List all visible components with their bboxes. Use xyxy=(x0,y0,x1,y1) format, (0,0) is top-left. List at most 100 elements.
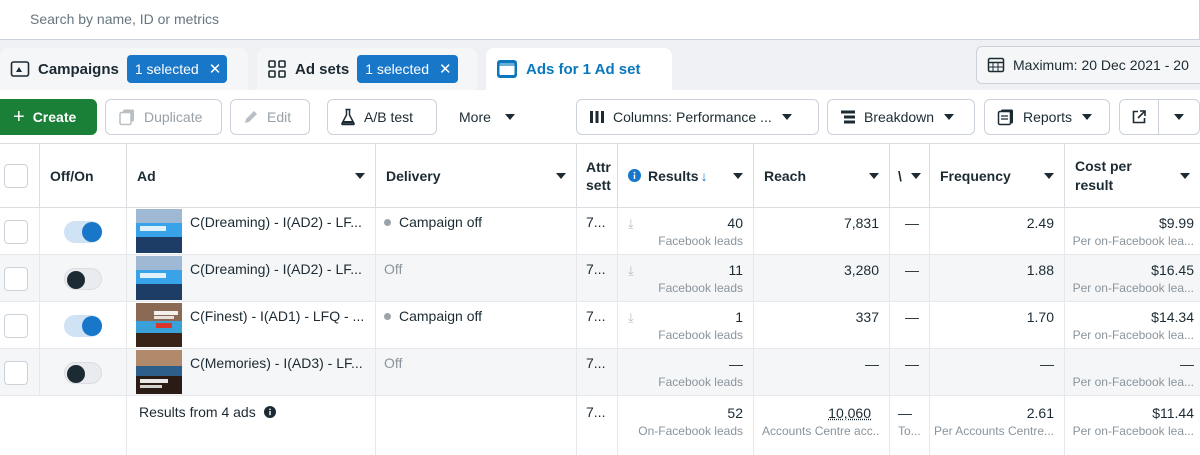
edit-label: Edit xyxy=(267,109,292,125)
cost-type: Per on-Facebook lea... xyxy=(1072,328,1194,342)
delivery-status-label: Off xyxy=(384,355,403,371)
col-reach-label: Reach xyxy=(764,167,807,184)
select-all-checkbox[interactable] xyxy=(4,164,28,188)
chevron-down-icon[interactable] xyxy=(733,173,743,179)
reach-value: 7,831 xyxy=(843,215,879,231)
cost-value: $9.99 xyxy=(1158,215,1194,231)
tab-adsets[interactable]: Ad sets 1 selected ✕ xyxy=(257,48,477,90)
chevron-down-icon xyxy=(504,114,515,120)
calendar-icon xyxy=(987,56,1005,74)
results-type: Facebook leads xyxy=(658,281,743,295)
delivery-toggle[interactable] xyxy=(64,362,102,384)
date-range-picker[interactable]: Maximum: 20 Dec 2021 - 20 xyxy=(976,46,1200,84)
chevron-down-icon[interactable] xyxy=(869,173,879,179)
status-dot-icon xyxy=(384,218,391,226)
cell-attribution: 7... xyxy=(577,255,618,301)
table-row[interactable]: C(Memories) - I(AD3) - LF... Off 7... — … xyxy=(0,349,1200,396)
chevron-down-icon[interactable] xyxy=(1180,173,1190,179)
export-button[interactable] xyxy=(1119,99,1159,135)
results-type: Facebook leads xyxy=(658,375,743,389)
download-icon[interactable]: ⤓ xyxy=(628,263,634,279)
campaigns-selected-pill[interactable]: 1 selected ✕ xyxy=(126,55,228,83)
flask-icon xyxy=(340,108,356,126)
toggle-knob xyxy=(67,271,85,289)
col-delivery[interactable]: Delivery xyxy=(376,144,577,208)
ab-test-label: A/B test xyxy=(364,109,414,125)
reach-value: 3,280 xyxy=(843,262,879,278)
download-icon[interactable]: ⤓ xyxy=(628,310,634,326)
reach-value: — xyxy=(865,356,879,372)
chevron-down-icon[interactable] xyxy=(355,173,365,179)
tab-campaigns[interactable]: Campaigns 1 selected ✕ xyxy=(0,48,248,90)
delivery-toggle[interactable] xyxy=(64,315,102,337)
col-impressions[interactable]: \ xyxy=(890,144,930,208)
reports-button[interactable]: Reports xyxy=(984,99,1110,135)
more-label: More xyxy=(459,109,491,125)
table-row[interactable]: C(Dreaming) - I(AD2) - LF... Off 7... 11… xyxy=(0,255,1200,302)
adsets-selected-pill[interactable]: 1 selected ✕ xyxy=(357,55,458,83)
cell-summary-label: Results from 4 ads xyxy=(127,396,376,455)
download-icon[interactable]: ⤓ xyxy=(628,216,634,232)
delivery-toggle[interactable] xyxy=(64,221,102,243)
cell-reach: 7,831 xyxy=(754,208,890,254)
table-row[interactable]: C(Finest) - I(AD1) - LFQ - ... Campaign … xyxy=(0,302,1200,349)
tab-adsets-label: Ad sets xyxy=(295,60,350,78)
info-icon[interactable] xyxy=(263,406,276,418)
chevron-down-icon[interactable] xyxy=(911,173,921,179)
clear-selection-icon[interactable]: ✕ xyxy=(209,62,222,77)
cell-summary-impressions: — To... xyxy=(890,396,930,455)
summary-cost-value: $11.44 xyxy=(1152,405,1194,421)
summary-row: Results from 4 ads 7... 52 On-Facebook l… xyxy=(0,396,1200,455)
cell-summary-attribution: 7... xyxy=(577,396,618,455)
col-attribution[interactable]: Attr sett xyxy=(577,144,618,208)
cost-type: Per on-Facebook lea... xyxy=(1072,234,1194,248)
chevron-down-icon xyxy=(781,114,792,120)
results-value: 1 xyxy=(735,309,743,325)
col-ad-label: Ad xyxy=(137,167,156,184)
cell-reach: 337 xyxy=(754,302,890,348)
col-results[interactable]: Results ↓ xyxy=(618,144,754,208)
cell-select xyxy=(0,349,40,395)
chevron-down-icon[interactable] xyxy=(1044,173,1054,179)
edit-button[interactable]: Edit xyxy=(230,99,310,135)
frequency-value: 1.88 xyxy=(1026,262,1054,278)
create-button[interactable]: + Create xyxy=(0,99,97,135)
col-results-label: Results xyxy=(648,167,699,184)
summary-frequency-value: 2.61 xyxy=(1026,405,1054,421)
col-cost-per-result[interactable]: Cost per result xyxy=(1065,144,1200,208)
impressions-value: — xyxy=(905,262,919,278)
delivery-toggle[interactable] xyxy=(64,268,102,290)
create-label: Create xyxy=(32,109,77,125)
delivery-status-label: Off xyxy=(384,261,403,277)
breakdown-button[interactable]: Breakdown xyxy=(827,99,975,135)
more-button[interactable]: More xyxy=(446,99,536,135)
cell-ad xyxy=(127,302,376,348)
table-row[interactable]: C(Dreaming) - I(AD2) - LF... Campaign of… xyxy=(0,208,1200,255)
info-icon[interactable] xyxy=(628,169,641,182)
search-input[interactable] xyxy=(0,0,1199,38)
col-frequency[interactable]: Frequency xyxy=(930,144,1065,208)
date-range-label: Maximum: 20 Dec 2021 - 20 xyxy=(1013,57,1189,73)
attribution-value: 7... xyxy=(586,308,606,324)
duplicate-button[interactable]: Duplicate xyxy=(105,99,222,135)
export-options-button[interactable] xyxy=(1158,99,1200,135)
grid-icon xyxy=(267,59,287,79)
breakdown-icon xyxy=(840,109,856,125)
chevron-down-icon[interactable] xyxy=(556,173,566,179)
cell-frequency: 1.70 xyxy=(930,302,1065,348)
col-attribution-label: Attr sett xyxy=(586,158,611,193)
columns-button[interactable]: Columns: Performance ... xyxy=(576,99,819,135)
frequency-value: 2.49 xyxy=(1026,215,1054,231)
duplicate-icon xyxy=(118,108,136,126)
tab-campaigns-label: Campaigns xyxy=(38,60,119,78)
breakdown-label: Breakdown xyxy=(864,109,935,125)
clear-selection-icon[interactable]: ✕ xyxy=(439,62,452,77)
col-reach[interactable]: Reach xyxy=(754,144,890,208)
cell-summary-delivery xyxy=(376,396,577,455)
cell-select xyxy=(0,255,40,301)
tab-ads[interactable]: Ads for 1 Ad set xyxy=(486,48,672,90)
ab-test-button[interactable]: A/B test xyxy=(327,99,437,135)
col-ad[interactable]: Ad xyxy=(127,144,376,208)
pencil-icon xyxy=(243,109,259,125)
cell-results: 40 Facebook leads xyxy=(618,208,754,254)
